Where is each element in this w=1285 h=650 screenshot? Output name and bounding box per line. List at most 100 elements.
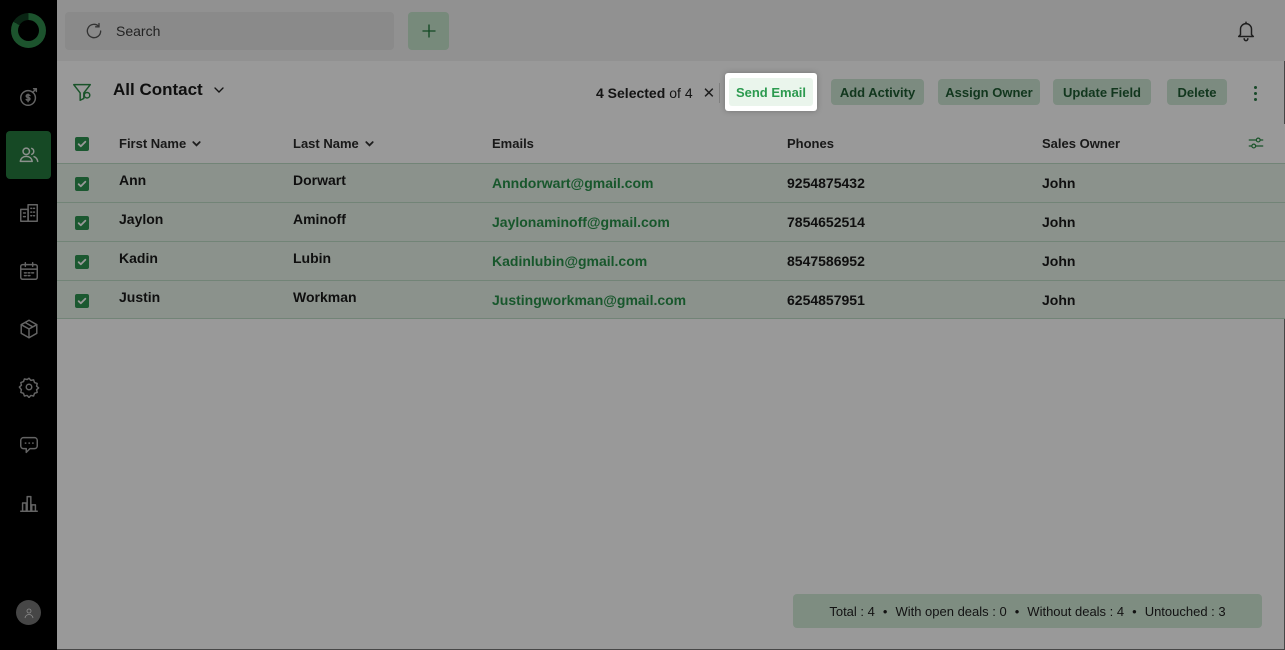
- contacts-table: First Name Last Name Emails Phones Sales…: [57, 124, 1285, 319]
- contact-stats-bar: Total : 4 • With open deals : 0 • Withou…: [793, 594, 1262, 628]
- check-icon: [77, 297, 87, 305]
- sidebar-item-calendar[interactable]: [12, 254, 45, 287]
- table-row[interactable]: Kadin Lubin Kadinlubin@gmail.com 8547586…: [57, 241, 1285, 280]
- settings-icon: [18, 377, 39, 398]
- companies-icon: [19, 203, 38, 222]
- cell-email-link[interactable]: Jaylonaminoff@gmail.com: [492, 203, 670, 241]
- selected-total: of 4: [669, 85, 693, 101]
- stat-open-deals: With open deals : 0: [895, 603, 1007, 619]
- products-icon: [19, 319, 38, 338]
- add-activity-button[interactable]: Add Activity: [831, 79, 924, 105]
- selection-summary: 4 Selected of 4 ✕: [596, 84, 715, 102]
- cell-phone: 6254857951: [787, 291, 865, 308]
- cell-first-name: Kadin: [119, 250, 158, 266]
- cell-sales-owner: John: [1042, 253, 1076, 269]
- column-settings-button[interactable]: [1247, 134, 1265, 152]
- cell-sales-owner: John: [1042, 291, 1076, 308]
- user-avatar[interactable]: [16, 600, 41, 625]
- column-header-emails[interactable]: Emails: [492, 124, 534, 163]
- column-header-phones[interactable]: Phones: [787, 124, 834, 163]
- row-checkbox[interactable]: [75, 255, 89, 269]
- sidebar-item-companies[interactable]: [12, 196, 45, 229]
- chevron-down-icon: [214, 87, 224, 93]
- view-title: All Contact: [113, 80, 203, 99]
- contacts-icon: [19, 147, 38, 163]
- sidebar-item-contacts[interactable]: [6, 131, 51, 179]
- send-email-button[interactable]: Send Email: [725, 73, 817, 111]
- main-content: All Contact 4 Selected of 4 ✕ Add Activi…: [57, 0, 1285, 650]
- cell-last-name: Dorwart: [293, 172, 346, 188]
- delete-button[interactable]: Delete: [1167, 79, 1227, 105]
- check-icon: [77, 180, 87, 188]
- search-input[interactable]: [116, 23, 366, 39]
- column-header-last-name[interactable]: Last Name: [293, 124, 375, 163]
- chat-icon: [19, 436, 38, 453]
- sidebar-item-products[interactable]: [12, 312, 45, 345]
- app-logo[interactable]: [11, 13, 46, 48]
- filter-icon: [73, 83, 91, 101]
- stat-untouched: Untouched : 3: [1144, 603, 1226, 619]
- stat-separator: •: [1132, 603, 1137, 619]
- cell-first-name: Jaylon: [119, 211, 164, 227]
- stat-without-deals: Without deals : 4: [1027, 603, 1125, 619]
- plus-icon: [421, 24, 436, 38]
- table-row[interactable]: Jaylon Aminoff Jaylonaminoff@gmail.com 7…: [57, 202, 1285, 241]
- sidebar-item-deals[interactable]: [12, 80, 45, 113]
- sidebar-item-reports[interactable]: [12, 486, 45, 519]
- cell-last-name: Aminoff: [293, 211, 346, 227]
- view-selector[interactable]: All Contact: [113, 80, 227, 100]
- table-row[interactable]: Justin Workman Justingworkman@gmail.com …: [57, 280, 1285, 319]
- cell-first-name: Justin: [119, 288, 161, 305]
- user-icon: [24, 608, 33, 618]
- selected-count: 4 Selected: [596, 85, 666, 101]
- check-icon: [77, 258, 87, 266]
- filter-button[interactable]: [71, 81, 93, 103]
- check-icon: [77, 140, 87, 148]
- chevron-down-icon: [192, 141, 201, 147]
- column-header-first-name[interactable]: First Name: [119, 124, 202, 163]
- deals-icon: [19, 87, 37, 106]
- send-email-spotlight: Send Email: [725, 73, 817, 111]
- column-header-sales-owner[interactable]: Sales Owner: [1042, 124, 1120, 163]
- cell-phone: 7854652514: [787, 214, 865, 230]
- stat-separator: •: [882, 603, 888, 619]
- search-icon: [86, 22, 102, 39]
- notifications-button[interactable]: [1235, 20, 1257, 42]
- cell-email-link[interactable]: Anndorwart@gmail.com: [492, 164, 653, 202]
- cell-sales-owner: John: [1042, 175, 1076, 191]
- bell-icon: [1237, 21, 1255, 42]
- sidebar-item-settings[interactable]: [12, 370, 45, 403]
- top-bar: [57, 0, 1285, 61]
- cell-phone: 9254875432: [787, 175, 865, 191]
- cell-email-link[interactable]: Kadinlubin@gmail.com: [492, 242, 647, 280]
- assign-owner-button[interactable]: Assign Owner: [938, 79, 1040, 105]
- row-checkbox[interactable]: [75, 294, 89, 308]
- sliders-icon: [1248, 137, 1264, 149]
- sidebar: [0, 0, 57, 650]
- toolbar-divider: [719, 83, 720, 103]
- stat-separator: •: [1014, 603, 1020, 619]
- reports-icon: [19, 495, 38, 512]
- cell-sales-owner: John: [1042, 214, 1076, 230]
- chevron-down-icon: [365, 141, 374, 147]
- search-box[interactable]: [65, 12, 394, 50]
- cell-email-link[interactable]: Justingworkman@gmail.com: [492, 281, 686, 318]
- cell-phone: 8547586952: [787, 253, 865, 269]
- send-email-label: Send Email: [729, 78, 813, 106]
- clear-selection-icon[interactable]: ✕: [703, 84, 716, 102]
- table-header: First Name Last Name Emails Phones Sales…: [57, 124, 1285, 163]
- row-checkbox[interactable]: [75, 216, 89, 230]
- calendar-icon: [19, 261, 38, 280]
- row-checkbox[interactable]: [75, 177, 89, 191]
- add-button[interactable]: [408, 12, 449, 50]
- select-all-checkbox[interactable]: [75, 137, 89, 151]
- check-icon: [77, 219, 87, 227]
- stat-total: Total : 4: [829, 603, 875, 619]
- more-options-icon[interactable]: [1247, 82, 1263, 104]
- update-field-button[interactable]: Update Field: [1053, 79, 1151, 105]
- cell-last-name: Lubin: [293, 250, 332, 266]
- cell-last-name: Workman: [293, 288, 357, 305]
- sidebar-item-chat[interactable]: [12, 428, 45, 461]
- cell-first-name: Ann: [119, 172, 147, 188]
- table-row[interactable]: Ann Dorwart Anndorwart@gmail.com 9254875…: [57, 163, 1285, 202]
